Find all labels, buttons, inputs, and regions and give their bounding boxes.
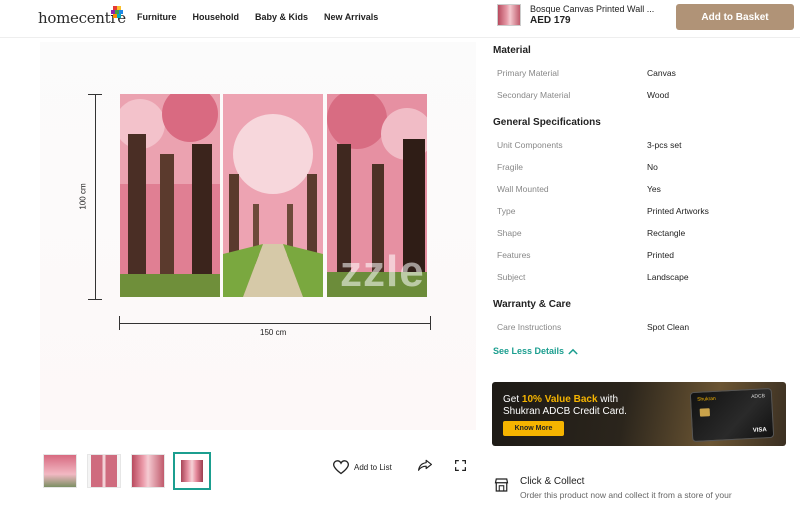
spec-value: Printed Artworks (647, 206, 709, 216)
spec-key: Care Instructions (497, 322, 562, 332)
see-less-details-link[interactable]: See Less Details (493, 346, 578, 356)
expand-fullscreen-icon[interactable] (455, 460, 466, 471)
thumbnail-image (88, 455, 120, 487)
heart-icon (333, 459, 349, 474)
spec-value: Landscape (647, 272, 689, 282)
card-bank: ADCB (751, 393, 766, 400)
share-icon[interactable] (418, 459, 432, 471)
watermark-text: zzle (340, 247, 425, 296)
spec-key: Type (497, 206, 516, 216)
chevron-up-icon (568, 348, 578, 355)
spec-key: Fragile (497, 162, 523, 172)
canvas-panel-center (223, 94, 323, 297)
nav-baby-kids[interactable]: Baby & Kids (255, 12, 308, 22)
width-dimension-label: 150 cm (260, 328, 287, 337)
see-less-label: See Less Details (493, 346, 565, 356)
gallery-thumbnail-4-selected[interactable] (173, 452, 211, 490)
section-title-material: Material (493, 45, 531, 56)
width-dimension-cap-right (430, 316, 431, 330)
nav-household[interactable]: Household (193, 12, 240, 22)
promo-line-1-post: with (597, 394, 619, 405)
spec-value: No (647, 162, 658, 172)
logo-mark-icon (111, 6, 123, 18)
thumbnail-image (181, 460, 203, 482)
spec-value: 3-pcs set (647, 140, 682, 150)
spec-key: Shape (497, 228, 522, 238)
card-brand: Shukran (696, 395, 716, 403)
credit-card-image: Shukran ADCB VISA (689, 387, 775, 443)
spec-value: Canvas (647, 68, 676, 78)
top-header: homecentre Furniture Household Baby & Ki… (0, 0, 800, 38)
credit-card-promo-banner[interactable]: Get 10% Value Back with Shukran ADCB Cre… (492, 382, 786, 446)
thumbnail-image (44, 455, 76, 487)
spec-key: Subject (497, 272, 526, 282)
product-mini-price: AED 179 (530, 15, 571, 26)
promo-line-1: Get 10% Value Back with (503, 394, 618, 405)
promo-highlight: 10% Value Back (521, 394, 598, 405)
promo-line-1-pre: Get (503, 394, 522, 405)
height-dimension-label: 100 cm (78, 183, 88, 210)
spec-value: Wood (647, 90, 670, 100)
know-more-button[interactable]: Know More (503, 421, 564, 436)
spec-value: Spot Clean (647, 322, 690, 332)
spec-key: Unit Components (497, 140, 563, 150)
gallery-thumbnail-2[interactable] (87, 454, 121, 488)
main-nav: Furniture Household Baby & Kids New Arri… (137, 12, 378, 22)
spec-value: Yes (647, 184, 661, 194)
nav-new-arrivals[interactable]: New Arrivals (324, 12, 378, 22)
click-collect-subtitle: Order this product now and collect it fr… (520, 490, 732, 500)
height-dimension-cap-bottom (88, 299, 102, 300)
product-mini-thumbnail (497, 4, 521, 26)
gallery-thumbnail-3[interactable] (131, 454, 165, 488)
add-to-list-button[interactable]: Add to List (329, 455, 402, 479)
gallery-thumbnail-1[interactable] (43, 454, 77, 488)
spec-key: Features (497, 250, 531, 260)
card-chip-icon (699, 408, 711, 417)
height-dimension-cap-top (88, 94, 102, 95)
product-image-stage[interactable]: zzle 100 cm 150 cm (40, 42, 476, 430)
section-title-general: General Specifications (493, 117, 601, 128)
width-dimension-cap-left (119, 316, 120, 330)
spec-key: Wall Mounted (497, 184, 549, 194)
section-title-warranty: Warranty & Care (493, 299, 571, 310)
spec-key: Secondary Material (497, 90, 571, 100)
add-to-basket-button[interactable]: Add to Basket (676, 4, 794, 30)
nav-furniture[interactable]: Furniture (137, 12, 177, 22)
click-collect-title: Click & Collect (520, 476, 585, 487)
add-to-list-label: Add to List (354, 462, 392, 472)
card-network: VISA (752, 427, 768, 434)
canvas-panel-left (120, 94, 220, 297)
product-mini-title: Bosque Canvas Printed Wall ... (530, 4, 655, 14)
store-icon (494, 478, 509, 492)
width-dimension-line (119, 323, 431, 324)
spec-value: Printed (647, 250, 674, 260)
thumbnail-image (132, 455, 164, 487)
height-dimension-line (95, 94, 96, 300)
spec-value: Rectangle (647, 228, 686, 238)
spec-key: Primary Material (497, 68, 559, 78)
promo-line-2: Shukran ADCB Credit Card. (503, 406, 627, 417)
